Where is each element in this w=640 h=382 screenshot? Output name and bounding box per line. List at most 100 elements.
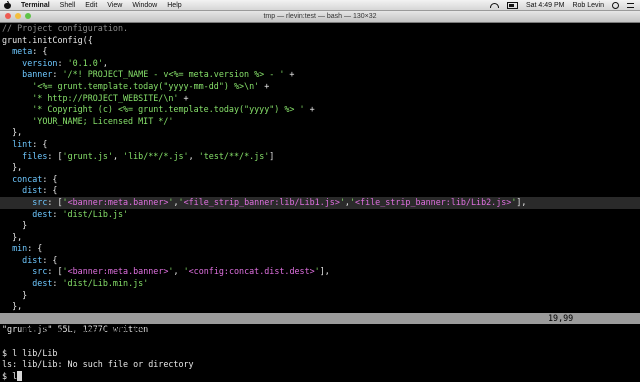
code-token: , [112,150,124,161]
menu-shell[interactable]: Shell [60,2,76,9]
code-line[interactable]: concat: { [0,174,640,186]
vim-buffer[interactable]: // Project configuration. grunt.initConfi… [0,23,640,313]
code-token: '* http://PROJECT_WEBSITE/\n' [2,92,179,103]
code-line[interactable]: dest: 'dist/Lib.min.js' [0,278,640,290]
code-token: + [284,69,295,80]
code-line[interactable]: }, [0,127,640,139]
code-token: banner [2,69,53,80]
terminal-cursor [17,370,23,381]
shell-output-line [0,336,640,348]
code-token: <file_strip_banner:lib/Lib1.js> [183,196,340,207]
code-token: : { [32,138,48,149]
code-token: : [ [47,266,63,277]
menu-app-name[interactable]: Terminal [21,2,50,9]
window-title: tmp — rlevin:test — bash — 130×32 [263,13,377,20]
code-line[interactable]: banner: '/*! PROJECT_NAME - v<%= meta.ve… [0,69,640,81]
shell-output-line: $ l lib/Lib [2,347,58,358]
code-token: : [52,208,63,219]
code-line[interactable]: meta: { [0,46,640,58]
code-token: : { [42,173,58,184]
code-token: , [102,57,108,68]
menu-edit[interactable]: Edit [85,2,97,9]
code-token: <banner:meta.banner> [67,196,169,207]
code-token: 'YOUR_NAME; Licensed MIT */' [2,115,174,126]
apple-menu-icon[interactable] [4,1,11,9]
code-token: '0.1.0' [67,57,103,68]
prompt-text: $ l [2,370,18,381]
code-token: + [304,104,315,115]
code-token: : [ [47,196,63,207]
code-line[interactable]: } [0,290,640,302]
code-line[interactable]: }, [0,232,640,244]
notification-center-icon[interactable] [627,2,634,8]
code-line[interactable]: // Project configuration. [0,23,640,35]
code-line[interactable]: 'YOUR_NAME; Licensed MIT */' [0,116,640,128]
menu-view[interactable]: View [107,2,122,9]
code-token: dist [2,254,43,265]
code-line[interactable]: grunt.initConfig({ [0,35,640,47]
code-token: dest [2,278,53,289]
code-token: grunt.initConfig({ [2,34,93,45]
code-token: 'test/**/*.js' [198,150,270,161]
shell-prompt[interactable]: $ l [0,370,640,382]
code-token: : [52,278,63,289]
code-token: files [2,150,48,161]
code-token: , [173,266,184,277]
menu-clock[interactable]: Sat 4:49 PM [526,2,565,9]
code-line[interactable]: '* Copyright (c) <%= grunt.template.toda… [0,104,640,116]
wifi-icon[interactable] [489,2,499,8]
status-file: grunt.js (javascript) [+] [22,324,149,335]
code-token: <file_strip_banner:lib/Lib2.js> [355,196,512,207]
code-token: <config:concat.dist.dest> [188,266,315,277]
code-token: '* Copyright (c) <%= grunt.template.toda… [2,104,305,115]
shell-output: $ l lib/Lib ls: lib/Lib: No such file or … [0,336,640,371]
code-token: : [57,57,68,68]
menu-window[interactable]: Window [132,2,157,9]
code-line[interactable]: '<%= grunt.template.today("yyyy-mm-dd") … [0,81,640,93]
code-token: 'dist/Lib.min.js' [62,278,149,289]
code-token: : { [32,46,48,57]
code-token: ], [516,196,527,207]
code-token: '/*! PROJECT_NAME - v<%= meta.version %>… [62,69,285,80]
code-token: }, [2,301,23,312]
code-token: ], [319,266,330,277]
window-title-bar: tmp — rlevin:test — bash — 130×32 [0,11,640,23]
code-token: + [259,80,270,91]
menu-help[interactable]: Help [167,2,181,9]
terminal-content[interactable]: // Project configuration. grunt.initConfi… [0,23,640,381]
code-line[interactable]: src: ['<banner:meta.banner>','<file_stri… [0,196,640,209]
code-token: // Project configuration. [2,23,129,33]
menu-user[interactable]: Rob Levin [572,2,604,9]
code-token: version [2,57,58,68]
code-line[interactable]: min: { [0,243,640,255]
code-token: } [2,220,28,231]
code-line[interactable]: } [0,220,640,232]
code-token: }, [2,127,23,138]
code-line[interactable]: dist: { [0,185,640,197]
code-line[interactable]: version: '0.1.0', [0,58,640,70]
code-line[interactable]: files: ['grunt.js', 'lib/**/*.js', 'test… [0,151,640,163]
code-line[interactable]: dist: { [0,255,640,267]
code-line[interactable]: src: ['<banner:meta.banner>', '<config:c… [0,266,640,278]
code-token: : [ [47,150,63,161]
code-line[interactable]: dest: 'dist/Lib.js' [0,209,640,221]
code-token: }, [2,231,23,242]
code-token: <banner:meta.banner> [67,266,169,277]
code-token: : { [42,185,58,196]
code-line[interactable]: }, [0,162,640,174]
code-line[interactable]: }, [0,301,640,313]
code-token: dest [2,208,53,219]
spotlight-icon[interactable] [612,1,619,9]
code-line[interactable]: lint: { [0,139,640,151]
code-token: lint [2,138,33,149]
code-token: src [2,196,48,207]
battery-icon[interactable] [506,1,518,9]
code-token: : [52,69,63,80]
code-token: , [188,150,199,161]
vim-status-line: grunt.js (javascript) [+] 19,99 [0,312,640,334]
code-token: ] [269,150,275,161]
code-token: meta [2,46,33,57]
status-cursor-position: 19,99 [548,312,574,323]
code-line[interactable]: '* http://PROJECT_WEBSITE/\n' + [0,93,640,105]
code-token: + [178,92,189,103]
